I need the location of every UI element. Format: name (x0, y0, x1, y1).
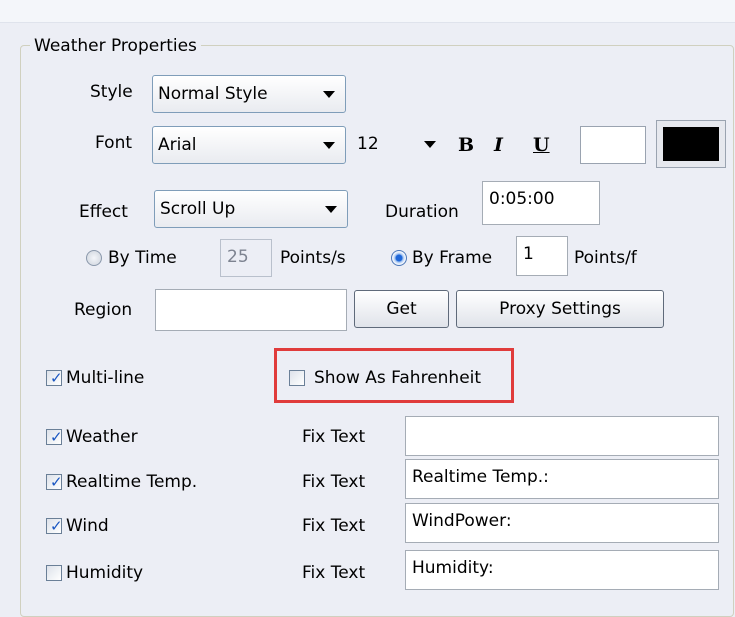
region-label: Region (74, 300, 133, 320)
duration-field[interactable]: 0:05:00 (482, 181, 600, 225)
font-size-value: 12 (357, 134, 379, 154)
by-time-unit: Points/s (280, 248, 346, 268)
wind-checkbox[interactable]: ✓ (46, 517, 63, 535)
effect-label: Effect (79, 202, 128, 222)
multiline-checkbox[interactable]: ✓ (46, 369, 63, 387)
by-time-radio[interactable] (86, 250, 102, 266)
realtime-temp-checkbox[interactable]: ✓ (46, 473, 63, 491)
by-frame-radio[interactable] (391, 250, 407, 266)
checkmark-icon: ✓ (50, 517, 63, 535)
weather-fix-field[interactable] (405, 416, 719, 456)
by-frame-unit: Points/f (574, 248, 637, 268)
underline-button[interactable]: U (533, 133, 550, 157)
wind-fix-label: Fix Text (302, 516, 366, 536)
humidity-label: Humidity (66, 563, 144, 583)
top-strip (0, 0, 735, 23)
text-color-button[interactable] (656, 120, 726, 168)
region-field[interactable] (155, 289, 347, 331)
style-dropdown[interactable]: Normal Style (152, 75, 346, 113)
checkmark-icon: ✓ (50, 473, 63, 491)
checkmark-icon: ✓ (50, 428, 63, 446)
text-color-swatch (663, 127, 719, 161)
by-time-label: By Time (108, 248, 177, 268)
fahrenheit-label: Show As Fahrenheit (314, 368, 482, 388)
font-family-value: Arial (158, 135, 197, 155)
duration-label: Duration (385, 202, 459, 222)
humidity-fix-field[interactable]: Humidity: (405, 550, 719, 590)
style-value: Normal Style (158, 84, 268, 104)
chevron-down-icon (323, 91, 335, 98)
realtime-temp-fix-label: Fix Text (302, 472, 366, 492)
style-label: Style (90, 82, 133, 102)
humidity-fix-label: Fix Text (302, 563, 366, 583)
background-color-swatch[interactable] (580, 126, 646, 164)
realtime-temp-fix-field[interactable]: Realtime Temp.: (405, 459, 719, 499)
multiline-label: Multi-line (66, 368, 145, 388)
weather-checkbox[interactable]: ✓ (46, 428, 63, 446)
italic-button[interactable]: I (494, 133, 503, 157)
chevron-down-icon (325, 206, 337, 213)
chevron-down-icon (323, 142, 335, 149)
by-frame-field[interactable]: 1 (516, 236, 568, 276)
realtime-temp-label: Realtime Temp. (66, 472, 198, 492)
group-title: Weather Properties (30, 34, 201, 58)
humidity-fix-value: Humidity: (412, 558, 494, 578)
font-label: Font (95, 133, 133, 153)
wind-label: Wind (66, 516, 109, 536)
bold-button[interactable]: B (458, 133, 474, 157)
fahrenheit-checkbox[interactable] (289, 370, 305, 386)
weather-label: Weather (66, 427, 138, 447)
wind-fix-field[interactable]: WindPower: (405, 503, 719, 543)
realtime-temp-fix-value: Realtime Temp.: (412, 467, 549, 487)
duration-value: 0:05:00 (489, 189, 555, 209)
weather-fix-label: Fix Text (302, 427, 366, 447)
proxy-settings-button[interactable]: Proxy Settings (456, 290, 664, 328)
chevron-down-icon (424, 141, 436, 148)
get-button[interactable]: Get (354, 290, 449, 328)
by-time-value: 25 (227, 247, 249, 267)
checkmark-icon: ✓ (50, 369, 63, 387)
font-family-dropdown[interactable]: Arial (152, 126, 346, 164)
humidity-checkbox[interactable] (46, 565, 62, 581)
font-size-dropdown[interactable]: 12 (352, 126, 442, 164)
by-frame-label: By Frame (412, 248, 493, 268)
by-time-field[interactable]: 25 (220, 239, 272, 277)
effect-dropdown[interactable]: Scroll Up (154, 190, 348, 228)
by-frame-value: 1 (523, 244, 534, 264)
wind-fix-value: WindPower: (412, 511, 512, 531)
effect-value: Scroll Up (160, 199, 236, 219)
